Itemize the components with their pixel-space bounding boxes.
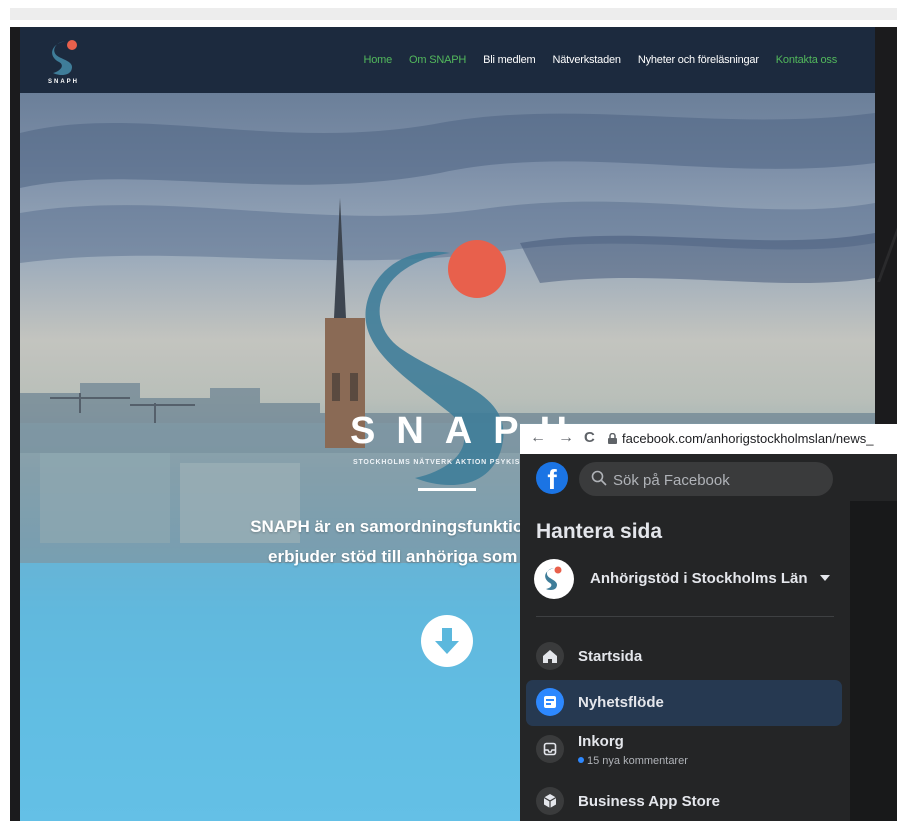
reload-icon[interactable]: C bbox=[584, 429, 595, 446]
home-icon bbox=[536, 642, 564, 670]
sidebar-heading: Hantera sida bbox=[536, 520, 663, 543]
sidebar-item-inkorg[interactable]: Inkorg 15 nya kommentarer bbox=[526, 727, 842, 773]
sidebar-item-nyhetsflode[interactable]: Nyhetsflöde bbox=[526, 680, 842, 726]
inbox-sub-text: 15 nya kommentarer bbox=[587, 755, 688, 767]
nav-natverkstaden[interactable]: Nätverkstaden bbox=[553, 54, 622, 66]
sidebar-item-label: Inkorg bbox=[578, 733, 624, 750]
sidebar-item-label: Business App Store bbox=[578, 793, 720, 810]
lock-icon bbox=[608, 433, 617, 444]
snaph-logo[interactable]: SNAPH bbox=[45, 35, 87, 85]
page-avatar bbox=[534, 559, 574, 599]
forward-icon[interactable]: → bbox=[558, 429, 574, 447]
nav-om-snaph[interactable]: Om SNAPH bbox=[409, 54, 466, 66]
sidebar-item-label: Startsida bbox=[578, 648, 643, 665]
scroll-down-button[interactable] bbox=[421, 615, 473, 667]
facebook-logo[interactable]: f bbox=[536, 462, 568, 494]
address-bar[interactable]: facebook.com/anhorigstockholmslan/news_ bbox=[622, 431, 873, 446]
content-area bbox=[850, 501, 897, 821]
hero-divider bbox=[418, 488, 476, 491]
nav-bli-medlem[interactable]: Bli medlem bbox=[483, 54, 536, 66]
sidebar-item-startsida[interactable]: Startsida bbox=[526, 634, 842, 680]
logo-wordmark: SNAPH bbox=[48, 79, 79, 85]
sidebar-item-business-app-store[interactable]: Business App Store bbox=[526, 779, 842, 821]
nav-kontakta-oss[interactable]: Kontakta oss bbox=[776, 54, 837, 66]
sidebar-item-label: Nyhetsflöde bbox=[578, 694, 664, 711]
main-navigation: Home Om SNAPH Bli medlem Nätverkstaden N… bbox=[363, 27, 837, 93]
nav-home[interactable]: Home bbox=[363, 54, 392, 66]
unread-dot bbox=[578, 757, 584, 763]
inbox-icon bbox=[536, 735, 564, 763]
caret-down-icon[interactable] bbox=[820, 575, 830, 581]
page-selector[interactable]: Anhörigstöd i Stockholms Län bbox=[534, 559, 846, 601]
search-input[interactable] bbox=[611, 462, 825, 498]
site-header: SNAPH Home Om SNAPH Bli medlem Nätverkst… bbox=[20, 27, 875, 93]
hero-tagline: STOCKHOLMS NÄTVERK AKTION PSYKISK bbox=[353, 459, 527, 466]
nav-nyheter[interactable]: Nyheter och föreläsningar bbox=[638, 54, 759, 66]
app-store-icon bbox=[536, 787, 564, 815]
top-strip bbox=[0, 0, 897, 27]
arrow-down-icon bbox=[435, 628, 459, 654]
back-icon[interactable]: ← bbox=[530, 429, 546, 447]
top-bar bbox=[10, 8, 897, 20]
sidebar-divider bbox=[536, 616, 834, 617]
snaph-avatar-logo bbox=[545, 566, 562, 590]
news-feed-icon bbox=[536, 688, 564, 716]
browser-toolbar: ← → C facebook.com/anhorigstockholmslan/… bbox=[520, 424, 897, 455]
facebook-browser-window: ← → C facebook.com/anhorigstockholmslan/… bbox=[520, 424, 897, 821]
facebook-search[interactable] bbox=[579, 462, 833, 498]
search-icon bbox=[591, 470, 607, 486]
page-name: Anhörigstöd i Stockholms Län bbox=[590, 570, 808, 587]
inbox-notification: 15 nya kommentarer bbox=[578, 755, 688, 767]
